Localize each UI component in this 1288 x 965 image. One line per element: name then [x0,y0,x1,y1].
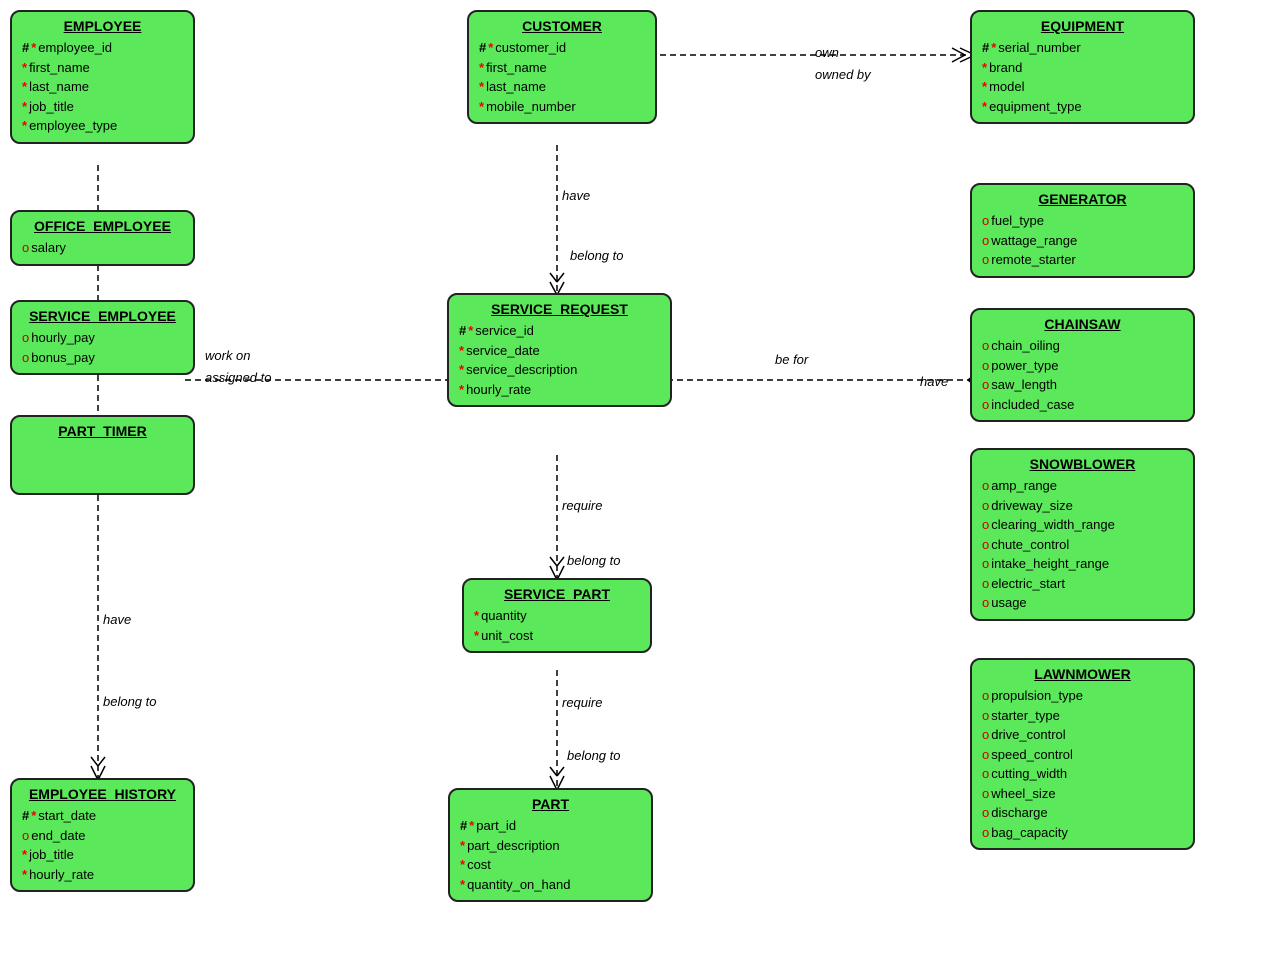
rel-have-employee: have [103,612,131,627]
entity-part: PART # * part_id * part_description * co… [448,788,653,902]
entity-snowblower-title: SNOWBLOWER [982,456,1183,472]
entity-service-part: SERVICE_PART * quantity * unit_cost [462,578,652,653]
rel-assigned-to: assigned to [205,370,272,385]
entity-service-employee: SERVICE_EMPLOYEE o hourly_pay o bonus_pa… [10,300,195,375]
rel-have-customer: have [562,188,590,203]
entity-snowblower: SNOWBLOWER o amp_range o driveway_size o… [970,448,1195,621]
entity-chainsaw-title: CHAINSAW [982,316,1183,332]
entity-equipment: EQUIPMENT # * serial_number * brand * mo… [970,10,1195,124]
entity-chainsaw: CHAINSAW o chain_oiling o power_type o s… [970,308,1195,422]
entity-part-timer-title: PART_TIMER [22,423,183,439]
entity-part-timer: PART_TIMER [10,415,195,495]
entity-generator-title: GENERATOR [982,191,1183,207]
rel-require-part: require [562,695,602,710]
entity-employee-history: EMPLOYEE_HISTORY # * start_date o end_da… [10,778,195,892]
rel-work-on: work on [205,348,251,363]
entity-customer-title: CUSTOMER [479,18,645,34]
entity-customer: CUSTOMER # * customer_id * first_name * … [467,10,657,124]
entity-office-employee-title: OFFICE_EMPLOYEE [22,218,183,234]
entity-generator: GENERATOR o fuel_type o wattage_range o … [970,183,1195,278]
entity-employee: EMPLOYEE # * employee_id * first_name * … [10,10,195,144]
entity-part-title: PART [460,796,641,812]
entity-service-part-title: SERVICE_PART [474,586,640,602]
entity-service-request-title: SERVICE_REQUEST [459,301,660,317]
rel-require-service-part: require [562,498,602,513]
entity-employee-history-title: EMPLOYEE_HISTORY [22,786,183,802]
rel-belong-to-employee: belong to [103,694,157,709]
rel-belong-to-part: belong to [567,748,621,763]
entity-equipment-title: EQUIPMENT [982,18,1183,34]
entity-employee-title: EMPLOYEE [22,18,183,34]
attr-employee-id: # * employee_id [22,38,183,58]
rel-belong-to-service-part: belong to [567,553,621,568]
rel-own: own [815,45,839,60]
entity-lawnmower: LAWNMOWER o propulsion_type o starter_ty… [970,658,1195,850]
entity-lawnmower-title: LAWNMOWER [982,666,1183,682]
rel-be-for: be for [775,352,808,367]
entity-service-request: SERVICE_REQUEST # * service_id * service… [447,293,672,407]
rel-have-equipment: have [920,374,948,389]
entity-office-employee: OFFICE_EMPLOYEE o salary [10,210,195,266]
rel-belong-to-customer: belong to [570,248,624,263]
entity-service-employee-title: SERVICE_EMPLOYEE [22,308,183,324]
rel-owned-by: owned by [815,67,871,82]
